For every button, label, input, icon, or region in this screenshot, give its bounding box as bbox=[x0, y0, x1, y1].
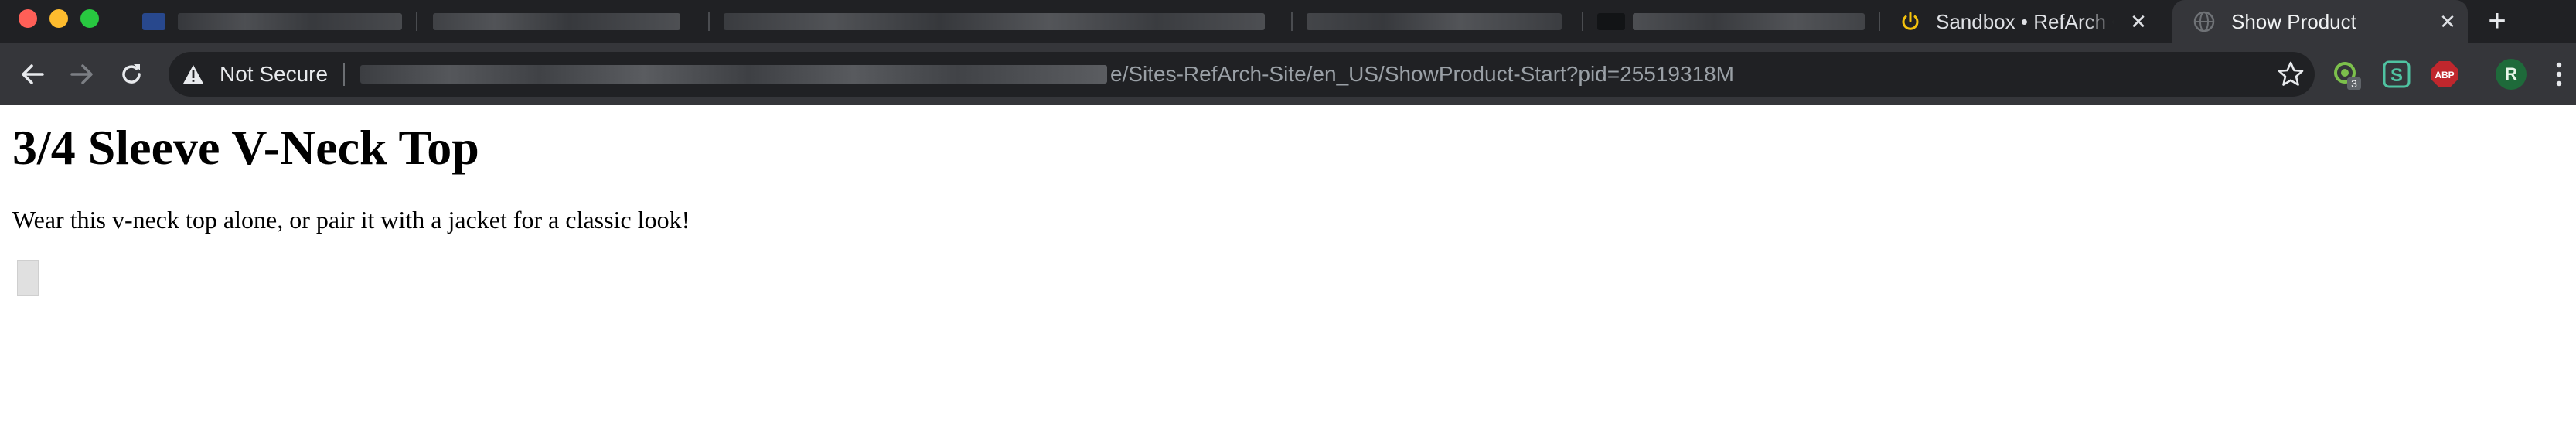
url-text[interactable]: e/Sites-RefArch-Site/en_US/ShowProduct-S… bbox=[1110, 62, 1734, 87]
close-tab-icon[interactable]: ✕ bbox=[2438, 12, 2457, 32]
tab-title: Sandbox • RefArch • B bbox=[1936, 9, 2114, 33]
profile-avatar[interactable]: R bbox=[2496, 59, 2527, 90]
more-vert-icon[interactable] bbox=[2551, 59, 2567, 90]
bookmark-star-icon[interactable] bbox=[2276, 60, 2305, 89]
svg-text:3: 3 bbox=[2351, 77, 2357, 90]
warning-icon[interactable] bbox=[182, 64, 204, 84]
arrow-right-icon bbox=[70, 64, 93, 84]
tab-strip: Sandbox • RefArch • B ✕ Show Product ✕ + bbox=[0, 0, 2576, 43]
product-title: 3/4 Sleeve V-Neck Top bbox=[12, 120, 479, 175]
address-bar[interactable]: Not Secure e/Sites-RefArch-Site/en_US/Sh… bbox=[169, 52, 2315, 97]
svg-text:ABP: ABP bbox=[2435, 70, 2454, 80]
redacted-url bbox=[360, 65, 1107, 84]
close-window-button[interactable] bbox=[19, 9, 37, 28]
omnibox-divider bbox=[343, 63, 345, 86]
redacted-tab-1[interactable] bbox=[142, 5, 413, 39]
product-description: Wear this v-neck top alone, or pair it w… bbox=[12, 206, 690, 234]
zoom-window-button[interactable] bbox=[80, 9, 99, 28]
page-content: 3/4 Sleeve V-Neck Top Wear this v-neck t… bbox=[0, 105, 2576, 424]
globe-icon bbox=[2193, 11, 2215, 32]
redacted-tab-5[interactable] bbox=[1597, 5, 1876, 39]
reload-button[interactable] bbox=[114, 57, 148, 91]
close-tab-icon[interactable]: ✕ bbox=[2129, 12, 2148, 32]
adblock-plus-icon[interactable]: ABP bbox=[2431, 60, 2458, 88]
minimize-window-button[interactable] bbox=[49, 9, 68, 28]
tab-show-product[interactable]: Show Product ✕ bbox=[2172, 0, 2468, 43]
broken-image-placeholder bbox=[17, 260, 39, 296]
s-extension-icon[interactable]: S bbox=[2383, 60, 2411, 88]
tab-sandbox[interactable]: Sandbox • RefArch • B ✕ bbox=[1883, 5, 2159, 39]
browser-toolbar: Not Secure e/Sites-RefArch-Site/en_US/Sh… bbox=[0, 43, 2576, 105]
back-button[interactable] bbox=[15, 57, 49, 91]
reload-icon bbox=[122, 64, 141, 84]
new-tab-button[interactable]: + bbox=[2483, 5, 2511, 36]
redacted-tab-3[interactable] bbox=[724, 5, 1280, 39]
tab-title: Show Product bbox=[2231, 9, 2356, 33]
forward-button[interactable] bbox=[65, 57, 99, 91]
svg-text:S: S bbox=[2390, 65, 2403, 86]
arrow-left-icon bbox=[22, 64, 44, 84]
redacted-tab-2[interactable] bbox=[433, 5, 696, 39]
power-icon bbox=[1899, 10, 1922, 33]
redacted-tab-4[interactable] bbox=[1307, 5, 1577, 39]
not-secure-label[interactable]: Not Secure bbox=[220, 62, 328, 87]
circle-badge-extension-icon[interactable]: 3 bbox=[2332, 60, 2361, 90]
